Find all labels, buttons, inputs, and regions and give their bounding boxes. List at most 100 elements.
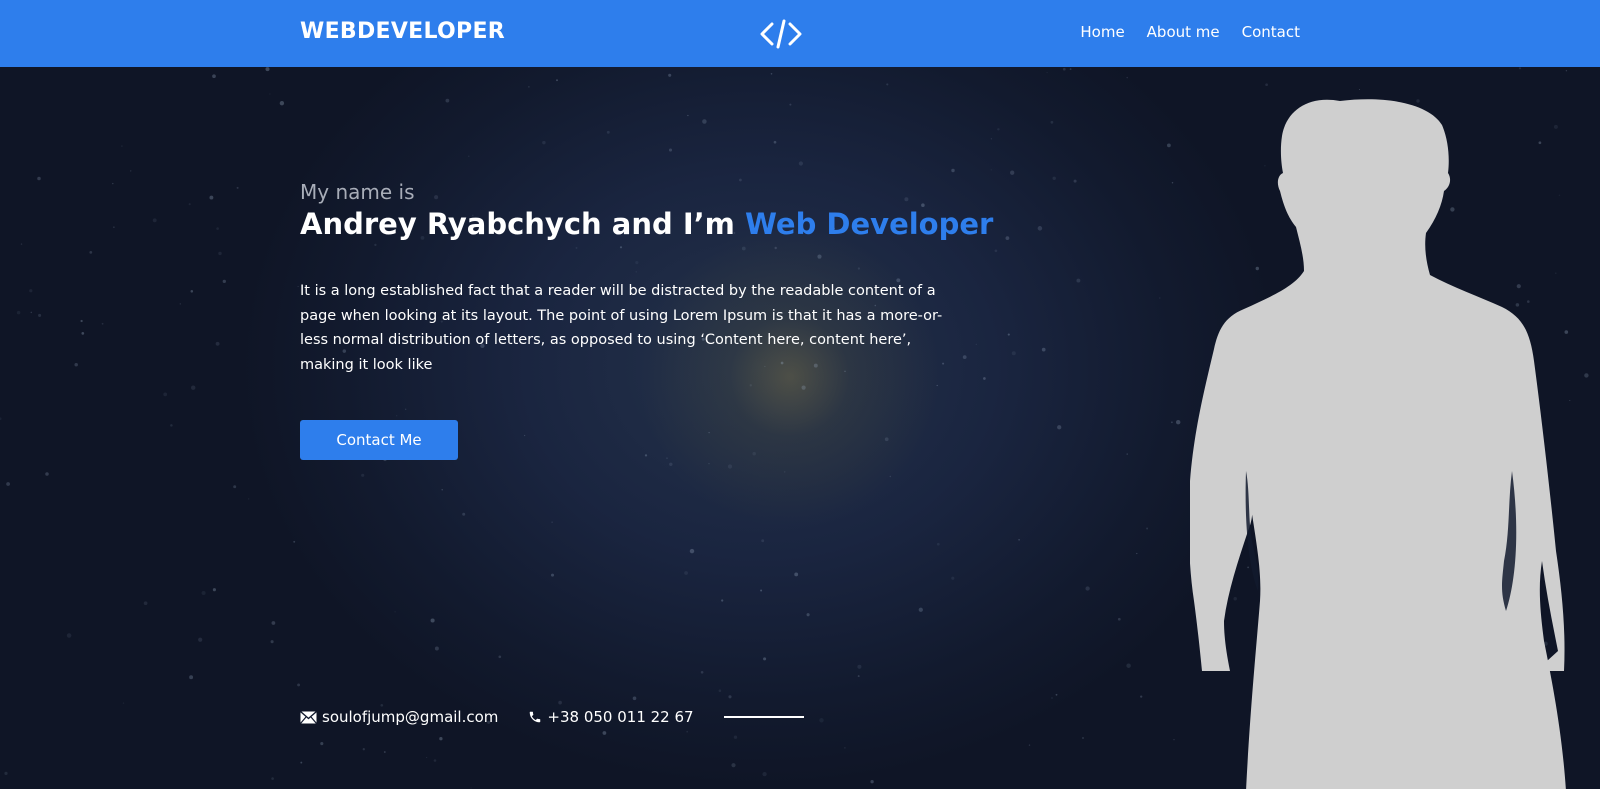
star-particle xyxy=(4,771,8,776)
star-particle xyxy=(1171,181,1174,184)
divider-line xyxy=(723,716,804,718)
phone-contact[interactable]: +38 050 011 22 67 xyxy=(528,708,694,726)
star-particle xyxy=(1050,120,1054,124)
star-particle xyxy=(190,385,196,390)
star-particle xyxy=(1126,76,1128,79)
star-particle xyxy=(844,747,846,749)
headline-name: Andrey Ryabchych and I’m xyxy=(300,207,745,241)
star-particle xyxy=(218,251,222,256)
star-particle xyxy=(666,457,668,460)
star-particle xyxy=(936,542,940,546)
star-particle xyxy=(270,640,274,644)
star-particle xyxy=(762,771,767,777)
star-particle xyxy=(542,140,546,145)
star-particle xyxy=(1170,421,1173,424)
star-particle xyxy=(1082,737,1084,739)
star-particle xyxy=(728,695,732,699)
star-particle xyxy=(430,618,435,623)
star-particle xyxy=(1037,226,1043,231)
star-particle xyxy=(163,392,168,397)
star-particle xyxy=(739,178,742,182)
star-particle xyxy=(112,182,114,185)
star-particle xyxy=(817,254,822,259)
star-particle xyxy=(819,718,824,723)
star-particle xyxy=(1175,419,1181,425)
star-particle xyxy=(236,186,239,189)
contact-me-button[interactable]: Contact Me xyxy=(300,420,458,460)
star-particle xyxy=(1057,425,1062,430)
site-logo[interactable]: WEBDEVELOPER xyxy=(300,19,505,44)
star-particle xyxy=(271,777,274,780)
star-particle xyxy=(170,424,173,427)
star-particle xyxy=(1584,373,1589,378)
nav-about-link[interactable]: About me xyxy=(1147,23,1220,41)
star-particle xyxy=(468,155,470,158)
star-particle xyxy=(1051,697,1053,699)
star-particle xyxy=(6,482,10,486)
star-particle xyxy=(774,246,777,250)
star-particle xyxy=(190,290,194,293)
star-particle xyxy=(1055,693,1058,696)
star-particle xyxy=(74,362,78,367)
star-particle xyxy=(794,572,799,577)
star-particle xyxy=(383,751,386,753)
star-particle xyxy=(700,670,704,674)
star-particle xyxy=(763,657,767,661)
star-particle xyxy=(1018,538,1020,541)
star-particle xyxy=(994,249,998,253)
star-particle xyxy=(687,114,689,117)
star-particle xyxy=(857,664,862,669)
star-particle xyxy=(320,742,324,746)
star-particle xyxy=(857,675,860,678)
star-particle xyxy=(361,473,365,477)
star-particle xyxy=(396,415,398,417)
star-particle xyxy=(1069,68,1072,70)
nav-home-link[interactable]: Home xyxy=(1080,23,1124,41)
star-particle xyxy=(686,730,688,733)
star-particle xyxy=(129,170,132,172)
star-particle xyxy=(1005,236,1010,240)
star-particle xyxy=(669,462,673,467)
star-particle xyxy=(1028,744,1031,746)
star-particle xyxy=(1265,83,1268,87)
star-particle xyxy=(997,128,1000,131)
star-particle xyxy=(470,787,472,789)
hero-section: My name is Andrey Ryabchych and I’m Web … xyxy=(0,67,1600,789)
email-address: soulofjump@gmail.com xyxy=(322,708,499,726)
star-particle xyxy=(179,303,181,305)
star-particle xyxy=(81,332,85,335)
star-particle xyxy=(904,197,909,202)
star-particle xyxy=(222,279,226,284)
star-particle xyxy=(558,700,562,705)
star-particle xyxy=(951,168,955,173)
star-particle xyxy=(1126,453,1128,455)
star-particle xyxy=(498,655,502,659)
star-particle xyxy=(789,103,792,106)
star-particle xyxy=(1565,70,1568,72)
star-particle xyxy=(1076,278,1081,283)
star-particle xyxy=(1146,527,1149,530)
star-particle xyxy=(983,377,986,380)
star-particle xyxy=(374,243,377,247)
star-particle xyxy=(749,384,752,387)
star-particle xyxy=(523,434,526,437)
star-particle xyxy=(29,289,33,293)
star-particle xyxy=(30,311,33,314)
star-particle xyxy=(1011,351,1016,356)
star-particle xyxy=(445,98,450,103)
star-particle xyxy=(668,148,673,152)
star-particle xyxy=(113,226,115,228)
star-particle xyxy=(770,73,773,75)
star-particle xyxy=(1126,663,1131,668)
star-particle xyxy=(143,601,148,606)
star-particle xyxy=(1062,67,1066,71)
email-contact[interactable]: soulofjump@gmail.com xyxy=(300,708,498,726)
star-particle xyxy=(38,313,42,317)
envelope-icon xyxy=(300,710,317,724)
nav-contact-link[interactable]: Contact xyxy=(1242,23,1300,41)
star-particle xyxy=(37,176,41,181)
intro-text: My name is xyxy=(300,180,415,204)
star-particle xyxy=(708,431,710,434)
description-text: It is a long established fact that a rea… xyxy=(300,283,943,373)
star-particle xyxy=(297,683,301,687)
